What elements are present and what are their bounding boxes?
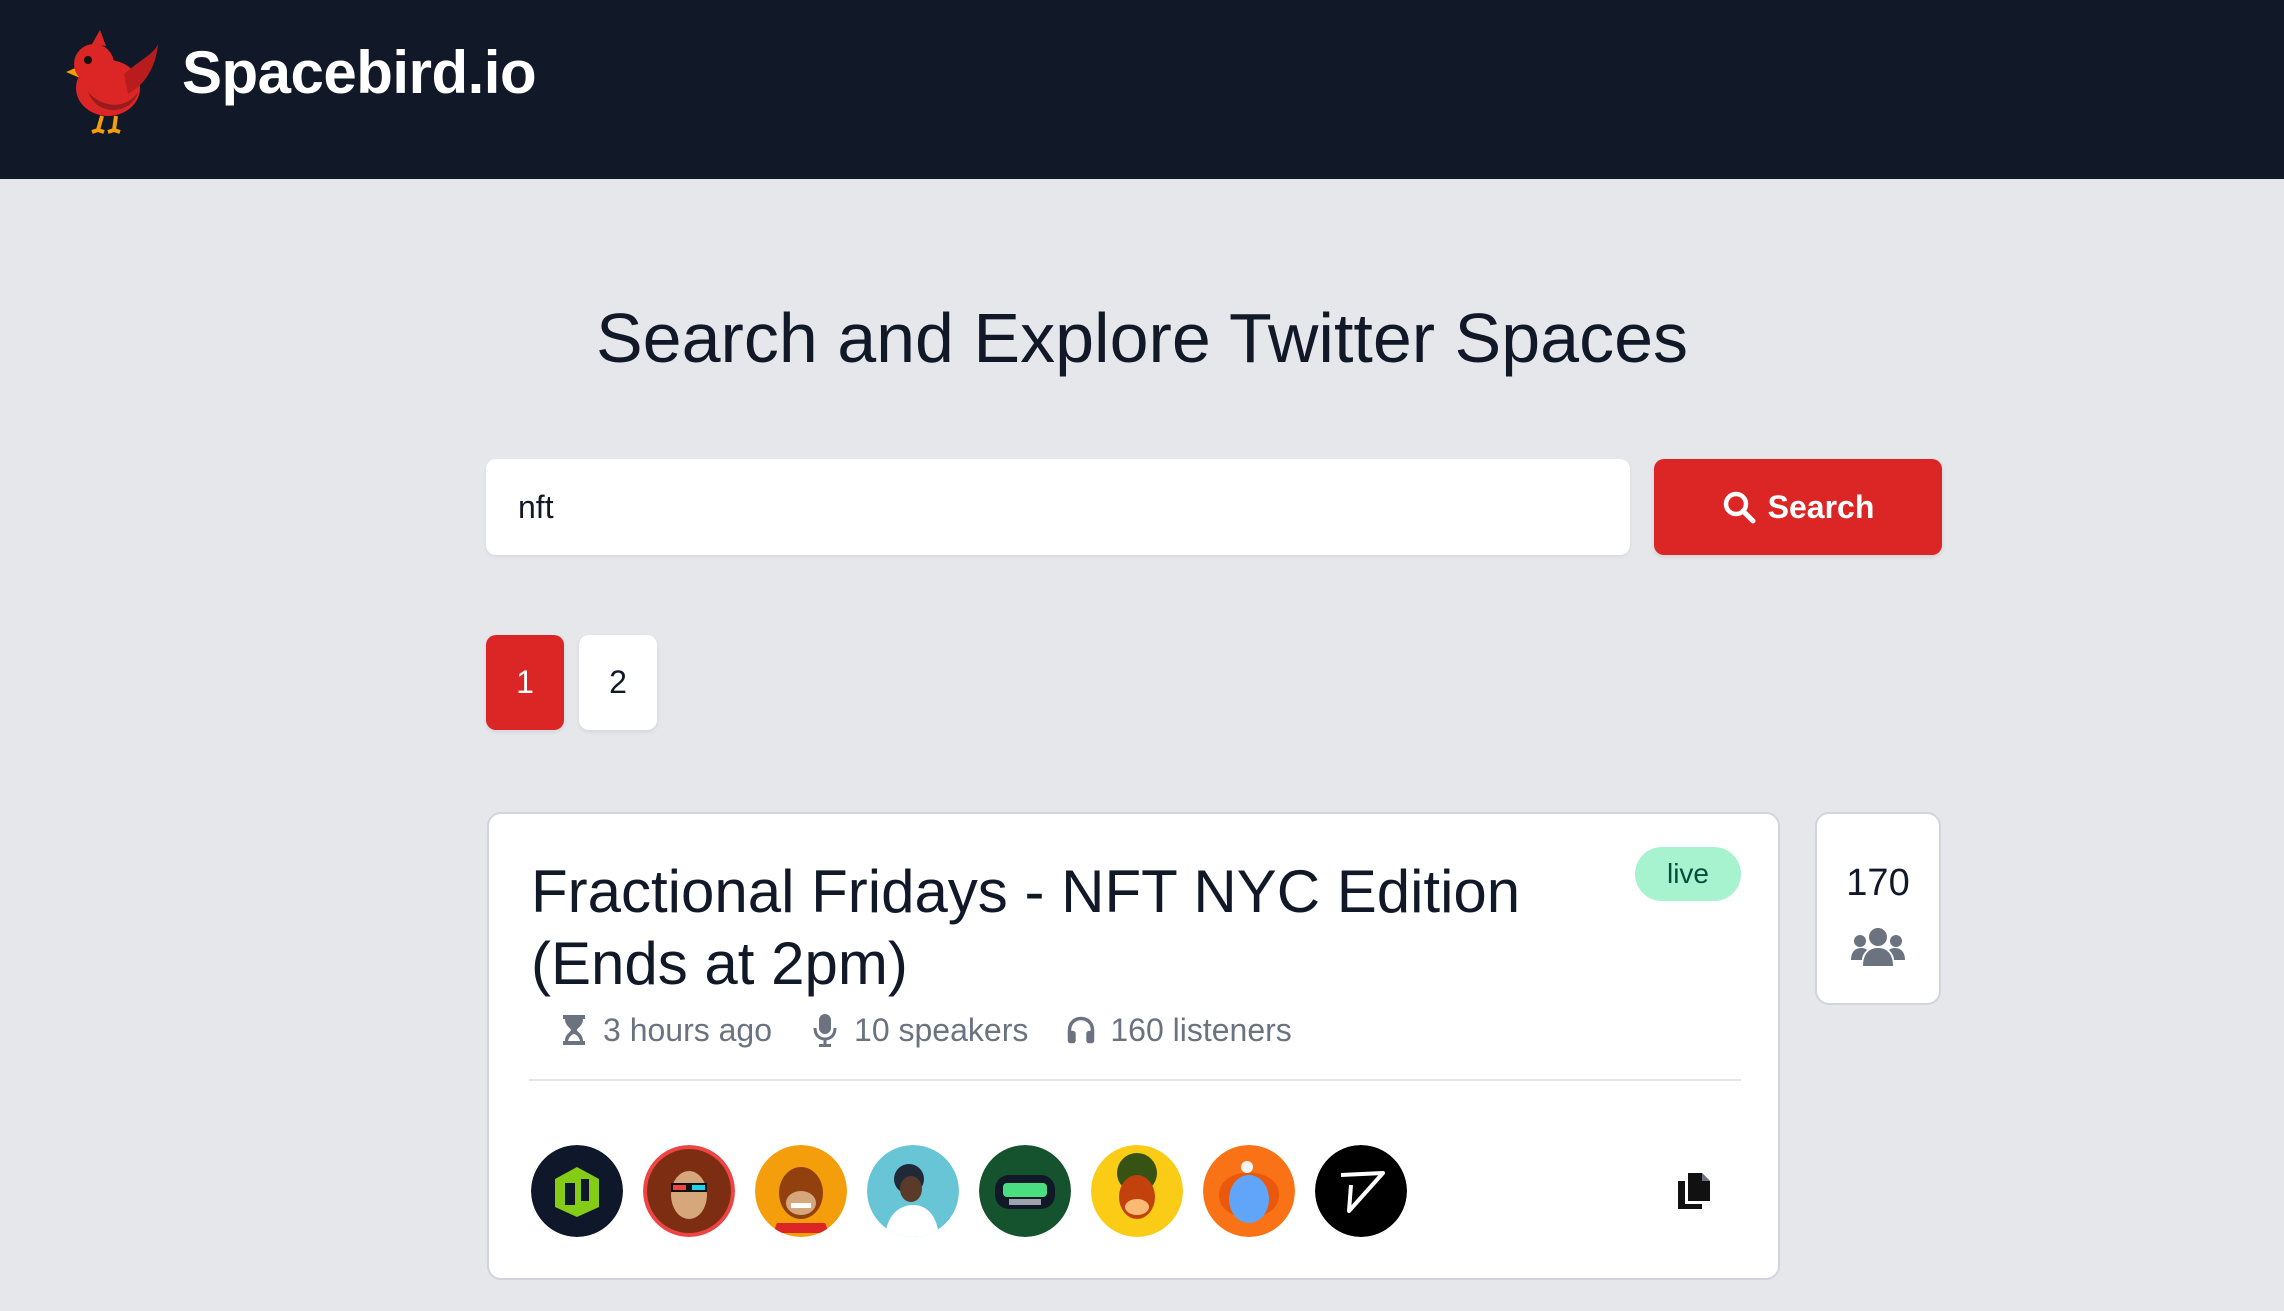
bird-logo-icon[interactable]: [58, 30, 160, 134]
participant-count-card: 170: [1815, 812, 1941, 1005]
card-divider: [529, 1079, 1741, 1081]
avatar[interactable]: [755, 1145, 847, 1237]
top-navbar: Spacebird.io: [0, 0, 2284, 179]
avatar[interactable]: [531, 1145, 623, 1237]
started-time: 3 hours ago: [559, 1012, 772, 1049]
speaker-count-text: 10 speakers: [854, 1011, 1029, 1048]
users-icon: [1851, 928, 1905, 966]
space-meta: 3 hours ago 10 speakers 160 listeners: [559, 1010, 1330, 1050]
avatar[interactable]: [1203, 1145, 1295, 1237]
microphone-icon: [813, 1014, 837, 1047]
participant-count: 170: [1846, 862, 1910, 904]
status-badge: live: [1635, 847, 1741, 901]
listener-count-text: 160 listeners: [1110, 1011, 1292, 1048]
search-button[interactable]: Search: [1654, 459, 1942, 555]
avatar[interactable]: [979, 1145, 1071, 1237]
listener-count: 160 listeners: [1066, 1011, 1292, 1049]
page-button-1[interactable]: 1: [486, 635, 564, 730]
brand-name[interactable]: Spacebird.io: [182, 38, 537, 107]
avatar[interactable]: [1315, 1145, 1407, 1237]
copy-icon[interactable]: [1676, 1171, 1712, 1211]
avatar[interactable]: [1091, 1145, 1183, 1237]
page-title: Search and Explore Twitter Spaces: [595, 299, 1689, 377]
hourglass-icon: [563, 1015, 585, 1045]
search-button-label: Search: [1767, 488, 1875, 525]
page-button-2[interactable]: 2: [579, 635, 657, 730]
started-time-text: 3 hours ago: [603, 1011, 773, 1048]
search-icon: [1723, 491, 1756, 524]
space-result-card[interactable]: Fractional Fridays - NFT NYC Edition (En…: [487, 812, 1780, 1280]
avatar[interactable]: [867, 1145, 959, 1237]
search-input[interactable]: [486, 459, 1630, 555]
space-title[interactable]: Fractional Fridays - NFT NYC Edition (En…: [531, 856, 1611, 1000]
avatar[interactable]: [643, 1145, 735, 1237]
headphones-icon: [1068, 1016, 1095, 1044]
speaker-count: 10 speakers: [810, 1012, 1028, 1049]
